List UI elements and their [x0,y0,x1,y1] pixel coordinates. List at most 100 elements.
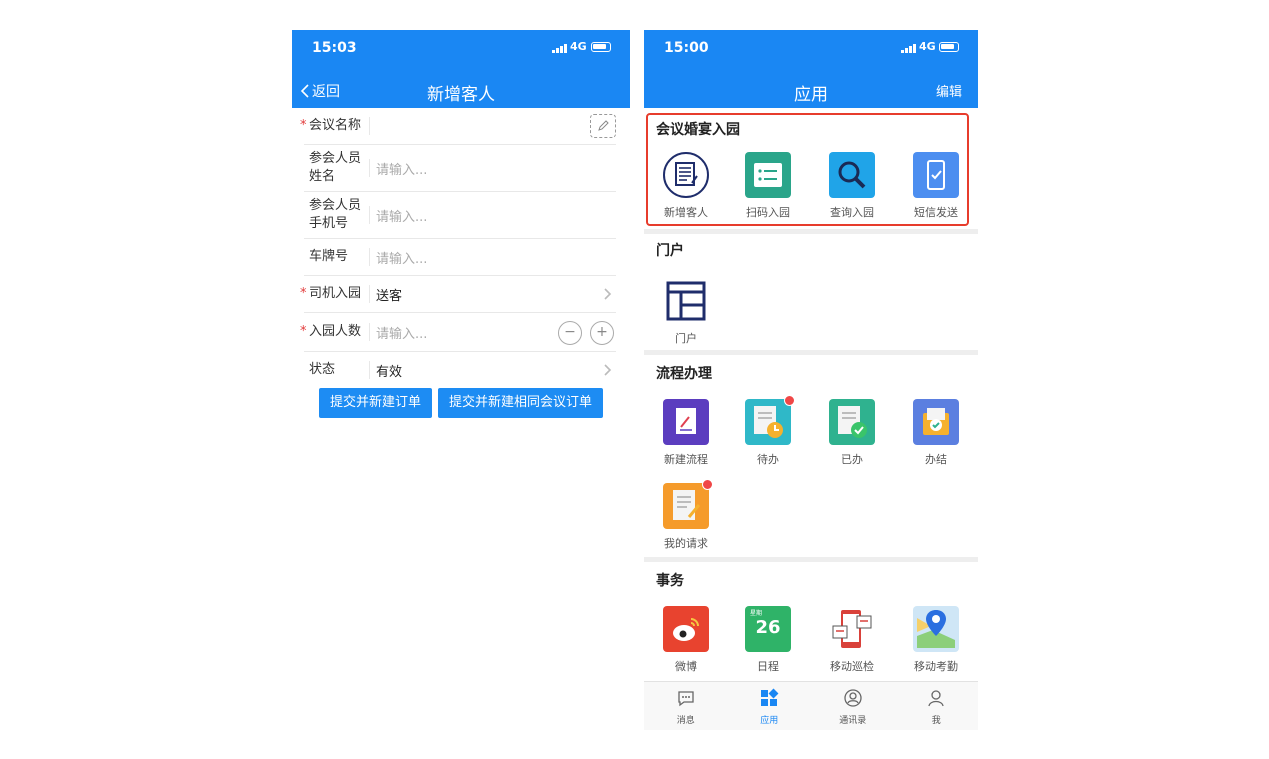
app-weibo[interactable]: 微博 [644,606,728,674]
form-row-attendee-phone[interactable]: 参会人员 手机号 请输入... [304,192,616,239]
battery-icon [939,42,959,52]
chat-bubble-icon [678,691,694,707]
app-mobile-inspection[interactable]: 移动巡检 [810,606,894,674]
app-mobile-attendance[interactable]: 移动考勤 [894,606,978,674]
app-todo[interactable]: 待办 [726,395,810,467]
app-label: 待办 [757,453,779,466]
app-label: 我的请求 [664,537,708,550]
meeting-name-label: * 会议名称 [300,118,362,133]
app-label: 移动考勤 [914,660,958,673]
tab-label: 我 [931,716,941,726]
highlight-box [646,113,969,226]
section-divider [644,557,978,562]
app-label: 已办 [841,453,863,466]
attendee-name-input[interactable]: 请输入... [376,159,616,178]
status-bar: 15:03 4G [292,30,630,66]
tab-messages[interactable]: 消息 [644,682,728,730]
form-row-plate[interactable]: 车牌号 请输入... [304,239,616,276]
tab-contacts[interactable]: 通讯录 [811,682,895,730]
edit-button[interactable]: 编辑 [936,81,962,100]
plate-label: 车牌号 [309,249,349,264]
signal-icon [552,43,567,53]
decrement-button[interactable]: − [558,321,582,345]
tab-label: 通讯录 [839,716,867,726]
nav-bar: 15:03 4G 返回 新增客人 [292,30,630,108]
app-label: 门户 [675,332,697,345]
app-finished[interactable]: 办结 [894,399,978,467]
form-row-attendee-name[interactable]: 参会人员 姓名 请输入... [304,145,616,192]
app-label: 新建流程 [664,453,708,466]
app-portal[interactable]: 门户 [644,278,728,346]
notification-badge [784,395,795,406]
status-select[interactable]: 有效 [376,361,616,380]
driver-entry-label: * 司机入园 [300,286,362,301]
pencil-icon [598,120,609,131]
page-title: 新增客人 [427,85,495,105]
map-pin-icon [913,606,959,652]
chevron-right-icon [604,288,612,300]
apps-grid-icon [761,688,779,706]
section-divider [644,350,978,355]
new-document-icon [663,399,709,445]
portal-layout-icon [663,278,709,324]
section-title: 流程办理 [656,366,712,382]
tab-label: 应用 [760,716,779,726]
app-label: 日程 [757,660,779,673]
page-title: 应用 [794,85,828,105]
form-actions: 提交并新建订单 提交并新建相同会议订单 [292,388,630,418]
app-my-requests[interactable]: 我的请求 [644,479,728,551]
contacts-icon [844,689,862,707]
submit-same-meeting-button[interactable]: 提交并新建相同会议订单 [438,388,604,418]
entry-count-label: * 入园人数 [300,324,362,339]
driver-entry-select[interactable]: 送客 [376,285,616,304]
pending-clock-icon [745,395,795,445]
form-row-status[interactable]: 状态 有效 [304,352,616,388]
request-document-icon [663,479,713,529]
guest-form: * 会议名称 参会人员 姓名 请输入... 参会人员 手机号 请输入... 车牌号 请… [292,108,630,388]
app-new-process[interactable]: 新建流程 [644,399,728,467]
section-title: 事务 [656,573,684,589]
nav-bar: 15:00 4G 应用 编辑 [644,30,978,108]
tab-apps[interactable]: 应用 [728,682,812,730]
user-icon [928,690,944,707]
app-label: 办结 [925,453,947,466]
section-title: 门户 [656,243,684,259]
status-time: 15:03 [312,40,357,56]
done-check-icon [829,399,875,445]
bottom-tab-bar: 消息 应用 通讯录 我 [644,681,978,730]
status-bar: 15:00 4G [644,30,978,66]
form-row-entry-count[interactable]: * 入园人数 请输入... − + [300,313,616,352]
scan-edit-button[interactable] [590,114,616,138]
attendee-phone-label: 参会人员 手机号 [309,198,362,231]
status-time: 15:00 [664,40,709,56]
battery-icon [591,42,611,52]
tab-label: 消息 [676,716,695,726]
attendee-phone-input[interactable]: 请输入... [376,206,616,225]
form-row-driver-entry[interactable]: * 司机入园 送客 [300,276,616,313]
notification-badge [702,479,713,490]
calendar-icon: 星期 26 [745,606,791,652]
section-divider [644,229,978,234]
attendee-name-label: 参会人员 姓名 [309,151,362,184]
tab-me[interactable]: 我 [895,682,979,730]
app-done[interactable]: 已办 [810,399,894,467]
chevron-right-icon [604,364,612,376]
submit-new-order-button[interactable]: 提交并新建订单 [318,388,432,418]
app-label: 微博 [675,660,697,673]
new-guest-screen: 15:03 4G 返回 新增客人 * 会议名称 参会人员 姓名 请输入... 参会人… [292,30,630,425]
inspection-phone-icon [829,606,875,652]
calendar-weekday: 星期 [750,610,763,617]
increment-button[interactable]: + [590,321,614,345]
calendar-day: 26 [755,617,781,638]
signal-icon [901,43,916,53]
apps-screen: 15:00 4G 应用 编辑 会议婚宴入园 新增客人 扫码入园 查询入园 短信发… [644,30,978,730]
app-schedule[interactable]: 星期 26 日程 [726,606,810,674]
form-row-meeting[interactable]: * 会议名称 [300,108,616,145]
plate-input[interactable]: 请输入... [376,248,616,267]
folder-check-icon [913,399,959,445]
weibo-icon [663,606,709,652]
app-label: 移动巡检 [830,660,874,673]
network-label: 4G [570,40,587,53]
status-label: 状态 [309,362,336,377]
network-label: 4G [919,40,936,53]
